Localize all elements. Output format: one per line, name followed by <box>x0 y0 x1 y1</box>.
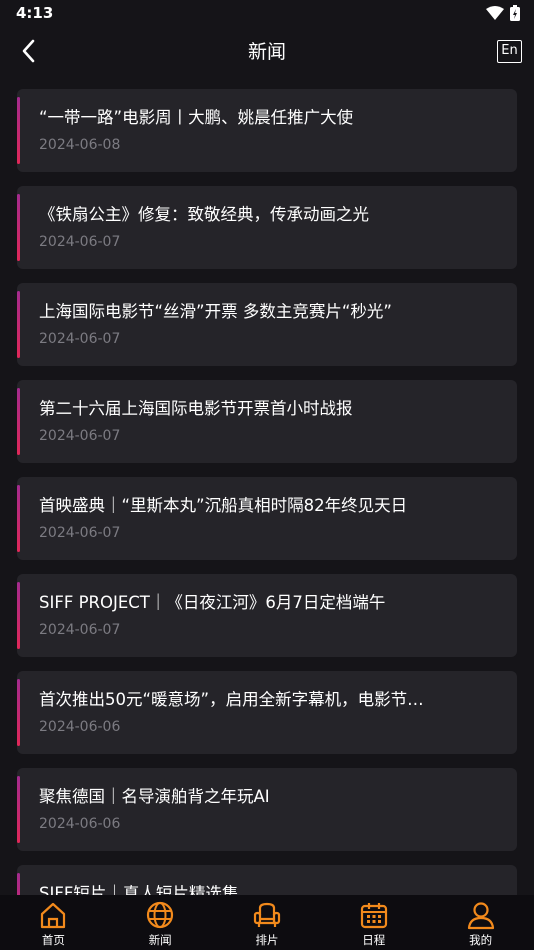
tab-label: 我的 <box>469 933 493 947</box>
language-toggle-button[interactable]: En <box>497 40 522 63</box>
news-title: “一带一路”电影周丨大鹏、姚晨任推广大使 <box>39 108 354 127</box>
status-bar: 4:13 <box>0 0 534 27</box>
accent-bar <box>17 97 20 164</box>
news-date: 2024-06-07 <box>39 622 121 638</box>
bottom-tab-bar: 首页 新闻 排片 日程 我的 <box>0 895 534 950</box>
status-icons <box>486 5 520 21</box>
tab-label: 首页 <box>41 933 65 947</box>
news-date: 2024-06-07 <box>39 331 121 347</box>
tab-home[interactable]: 首页 <box>0 895 107 950</box>
news-date: 2024-06-07 <box>39 428 121 444</box>
news-title: 第二十六届上海国际电影节开票首小时战报 <box>39 399 353 418</box>
news-item[interactable]: 第二十六届上海国际电影节开票首小时战报 2024-06-07 <box>17 380 517 463</box>
seat-icon <box>253 902 281 927</box>
news-list: “一带一路”电影周丨大鹏、姚晨任推广大使 2024-06-08 《铁扇公主》修复… <box>17 89 517 950</box>
news-date: 2024-06-08 <box>39 137 121 153</box>
news-title: 聚焦德国｜名导演舶背之年玩AI <box>39 787 270 806</box>
home-icon <box>41 902 66 929</box>
news-title: SIFF PROJECT｜《日夜江河》6月7日定档端午 <box>39 593 386 612</box>
news-title: 首映盛典｜“里斯本丸”沉船真相时隔82年终见天日 <box>39 496 408 515</box>
person-icon <box>467 902 494 930</box>
news-title: 首次推出50元“暖意场”，启用全新字幕机，电影节… <box>39 690 424 709</box>
news-item[interactable]: 《铁扇公主》修复：致敬经典，传承动画之光 2024-06-07 <box>17 186 517 269</box>
accent-bar <box>17 388 20 455</box>
accent-bar <box>17 679 20 746</box>
tab-profile[interactable]: 我的 <box>427 895 534 950</box>
wifi-icon <box>486 6 504 20</box>
accent-bar <box>17 194 20 261</box>
accent-bar <box>17 291 20 358</box>
accent-bar <box>17 485 20 552</box>
tab-label: 排片 <box>255 933 279 947</box>
news-date: 2024-06-06 <box>39 816 121 832</box>
news-date: 2024-06-07 <box>39 234 121 250</box>
news-item[interactable]: 首映盛典｜“里斯本丸”沉船真相时隔82年终见天日 2024-06-07 <box>17 477 517 560</box>
page-title: 新闻 <box>247 41 286 63</box>
accent-bar <box>17 582 20 649</box>
news-item[interactable]: 聚焦德国｜名导演舶背之年玩AI 2024-06-06 <box>17 768 517 851</box>
news-title: 上海国际电影节“丝滑”开票 多数主竞赛片“秒光” <box>39 302 392 321</box>
tab-label: 新闻 <box>148 933 172 947</box>
news-title: 《铁扇公主》修复：致敬经典，传承动画之光 <box>39 205 369 224</box>
news-item[interactable]: “一带一路”电影周丨大鹏、姚晨任推广大使 2024-06-08 <box>17 89 517 172</box>
news-item[interactable]: SIFF PROJECT｜《日夜江河》6月7日定档端午 2024-06-07 <box>17 574 517 657</box>
battery-icon <box>510 5 520 21</box>
tab-calendar[interactable]: 日程 <box>320 895 427 950</box>
tab-label: 日程 <box>362 933 386 947</box>
tab-news[interactable]: 新闻 <box>107 895 214 950</box>
globe-icon <box>147 901 174 929</box>
news-item[interactable]: 首次推出50元“暖意场”，启用全新字幕机，电影节… 2024-06-06 <box>17 671 517 754</box>
news-item[interactable]: 上海国际电影节“丝滑”开票 多数主竞赛片“秒光” 2024-06-07 <box>17 283 517 366</box>
tab-schedule-films[interactable]: 排片 <box>214 895 321 950</box>
news-date: 2024-06-07 <box>39 525 121 541</box>
calendar-icon <box>360 903 387 929</box>
status-time: 4:13 <box>16 4 54 22</box>
accent-bar <box>17 776 20 843</box>
news-date: 2024-06-06 <box>39 719 121 735</box>
nav-bar: 新闻 En <box>0 27 534 75</box>
